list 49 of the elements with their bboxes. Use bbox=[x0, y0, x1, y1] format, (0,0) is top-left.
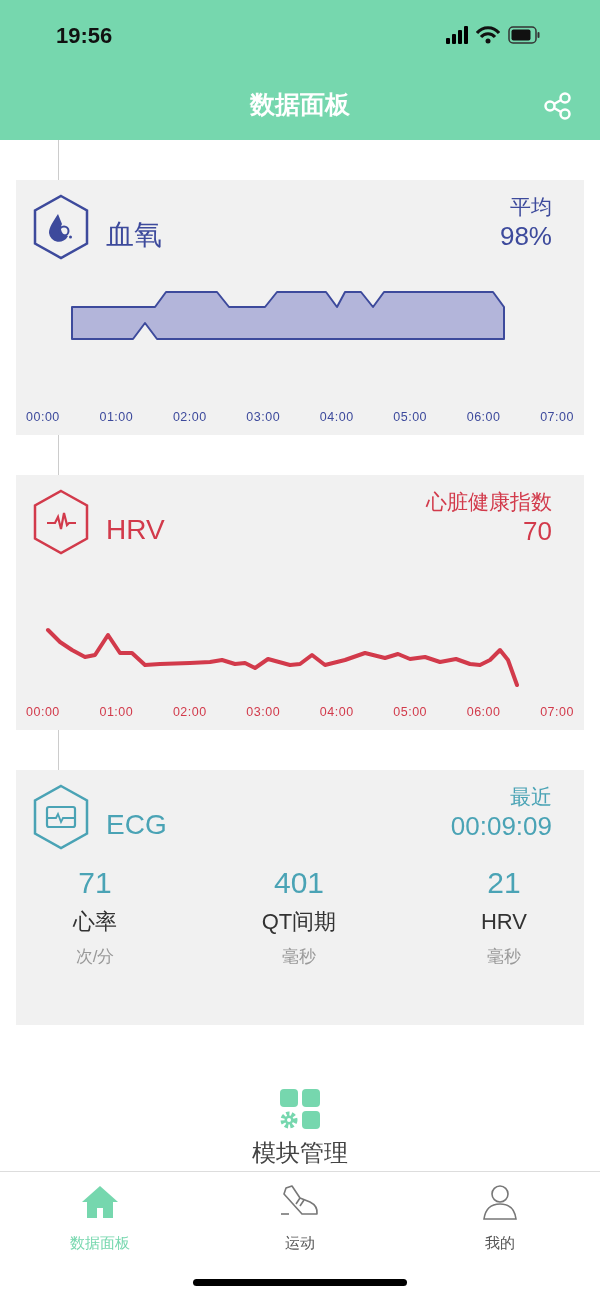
axis-label: 01:00 bbox=[99, 704, 134, 722]
axis-label: 04:00 bbox=[319, 704, 354, 722]
summary-value: 70 bbox=[522, 515, 552, 548]
metric-value: 401 bbox=[272, 865, 326, 901]
metric-label: HRV bbox=[479, 908, 529, 936]
page-title: 数据面板 bbox=[250, 89, 350, 121]
metric-value: 71 bbox=[77, 865, 113, 901]
axis-label: 02:00 bbox=[172, 409, 207, 427]
card-title: HRV bbox=[106, 512, 165, 547]
axis-label: 00:00 bbox=[26, 409, 60, 427]
metric-label: QT间期 bbox=[260, 908, 338, 936]
heartbeat-icon bbox=[32, 489, 90, 555]
axis-label: 03:00 bbox=[246, 409, 281, 427]
status-time: 19:56 bbox=[56, 21, 113, 50]
summary-value: 00:09:09 bbox=[450, 810, 552, 843]
signal-icon bbox=[446, 26, 468, 44]
metric-label: 心率 bbox=[71, 908, 118, 936]
metric-unit: 次/分 bbox=[74, 946, 116, 968]
metric-unit: 毫秒 bbox=[486, 946, 522, 968]
card-title: ECG bbox=[106, 807, 167, 842]
axis-label: 04:00 bbox=[319, 409, 354, 427]
summary-label: 平均 bbox=[509, 194, 552, 220]
tab-item[interactable]: 运动 bbox=[200, 1172, 400, 1261]
axis-label: 07:00 bbox=[540, 704, 574, 722]
axis-label: 00:00 bbox=[26, 704, 60, 722]
tab-item[interactable]: 我的 bbox=[400, 1172, 600, 1261]
gear-grid-icon bbox=[278, 1087, 322, 1131]
metric-unit: 毫秒 bbox=[281, 946, 317, 968]
axis-label: 07:00 bbox=[540, 409, 574, 427]
home-icon bbox=[80, 1184, 120, 1220]
wifi-icon bbox=[476, 26, 500, 44]
axis-label: 03:00 bbox=[246, 704, 281, 722]
axis-label: 06:00 bbox=[466, 409, 501, 427]
axis-label: 01:00 bbox=[99, 409, 134, 427]
axis-label: 05:00 bbox=[393, 409, 428, 427]
battery-icon bbox=[508, 26, 540, 44]
axis-label: 02:00 bbox=[172, 704, 207, 722]
card-title: 血氧 bbox=[106, 217, 162, 252]
summary-label: 最近 bbox=[509, 784, 552, 810]
monitor-pulse-icon bbox=[32, 784, 90, 850]
module-management-button[interactable]: 模块管理 bbox=[252, 1087, 348, 1171]
axis-label: 05:00 bbox=[393, 704, 428, 722]
oxygen-drop-icon bbox=[32, 194, 90, 260]
summary-value: 98% bbox=[499, 220, 552, 253]
share-icon[interactable] bbox=[544, 92, 572, 120]
summary-label: 心脏健康指数 bbox=[426, 489, 552, 515]
person-icon bbox=[482, 1184, 518, 1220]
metric-value: 21 bbox=[486, 865, 522, 901]
axis-label: 06:00 bbox=[466, 704, 501, 722]
